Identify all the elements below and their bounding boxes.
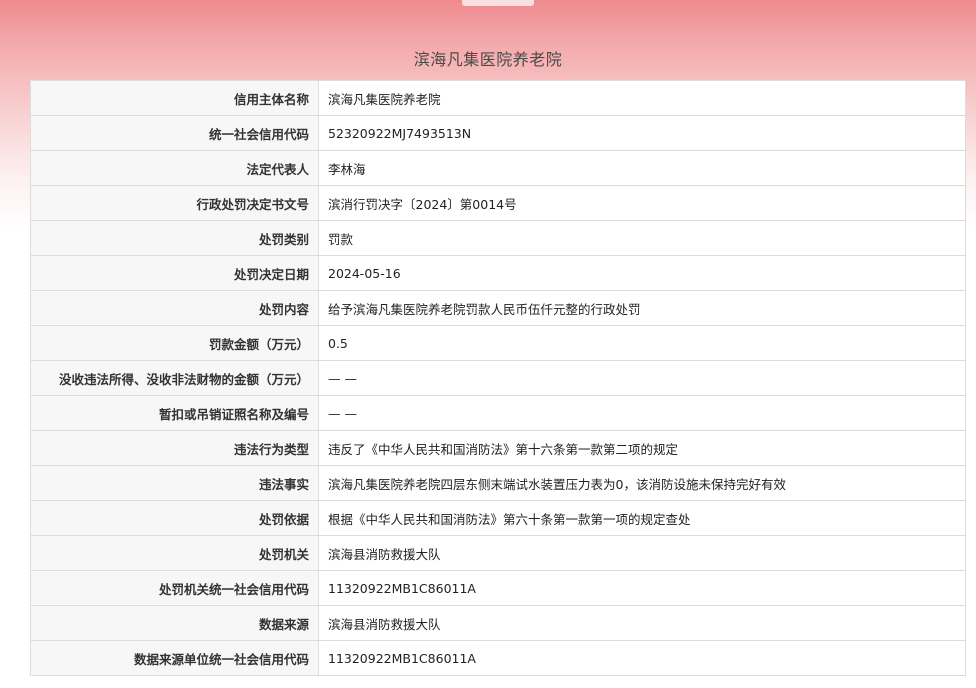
table-row: 行政处罚决定书文号 滨消行罚决字〔2024〕第0014号	[30, 185, 966, 221]
row-value: 滨海凡集医院养老院	[318, 80, 966, 116]
row-value: 0.5	[318, 325, 966, 361]
table-row: 处罚机关 滨海县消防救援大队	[30, 535, 966, 571]
row-label: 违法事实	[30, 465, 319, 501]
penalty-record-table: 信用主体名称 滨海凡集医院养老院 统一社会信用代码 52320922MJ7493…	[30, 80, 966, 676]
row-label: 暂扣或吊销证照名称及编号	[30, 395, 319, 431]
row-label: 处罚机关	[30, 535, 319, 571]
row-value: 滨海县消防救援大队	[318, 605, 966, 641]
row-value: 52320922MJ7493513N	[318, 115, 966, 151]
table-row: 处罚机关统一社会信用代码 11320922MB1C86011A	[30, 570, 966, 606]
row-label: 违法行为类型	[30, 430, 319, 466]
table-row: 没收违法所得、没收非法财物的金额（万元） — —	[30, 360, 966, 396]
row-value: 11320922MB1C86011A	[318, 640, 966, 676]
row-value: — —	[318, 395, 966, 431]
table-row: 处罚内容 给予滨海凡集医院养老院罚款人民币伍仟元整的行政处罚	[30, 290, 966, 326]
row-value: 11320922MB1C86011A	[318, 570, 966, 606]
row-label: 罚款金额（万元）	[30, 325, 319, 361]
page-title: 滨海凡集医院养老院	[413, 50, 563, 69]
table-row: 处罚依据 根据《中华人民共和国消防法》第六十条第一款第一项的规定查处	[30, 500, 966, 536]
table-row: 暂扣或吊销证照名称及编号 — —	[30, 395, 966, 431]
row-label: 数据来源	[30, 605, 319, 641]
table-row: 数据来源 滨海县消防救援大队	[30, 605, 966, 641]
row-label: 处罚类别	[30, 220, 319, 256]
row-value: 李林海	[318, 150, 966, 186]
table-row: 统一社会信用代码 52320922MJ7493513N	[30, 115, 966, 151]
table-row: 处罚决定日期 2024-05-16	[30, 255, 966, 291]
row-label: 处罚内容	[30, 290, 319, 326]
row-label: 行政处罚决定书文号	[30, 185, 319, 221]
table-row: 法定代表人 李林海	[30, 150, 966, 186]
row-value: 2024-05-16	[318, 255, 966, 291]
table-row: 违法行为类型 违反了《中华人民共和国消防法》第十六条第一款第二项的规定	[30, 430, 966, 466]
row-label: 处罚机关统一社会信用代码	[30, 570, 319, 606]
row-label: 信用主体名称	[30, 80, 319, 116]
row-value: 违反了《中华人民共和国消防法》第十六条第一款第二项的规定	[318, 430, 966, 466]
row-label: 数据来源单位统一社会信用代码	[30, 640, 319, 676]
row-value: 给予滨海凡集医院养老院罚款人民币伍仟元整的行政处罚	[318, 290, 966, 326]
row-label: 没收违法所得、没收非法财物的金额（万元）	[30, 360, 319, 396]
row-value: 根据《中华人民共和国消防法》第六十条第一款第一项的规定查处	[318, 500, 966, 536]
row-value: — —	[318, 360, 966, 396]
table-row: 违法事实 滨海凡集医院养老院四层东侧末端试水装置压力表为0，该消防设施未保持完好…	[30, 465, 966, 501]
row-value: 罚款	[318, 220, 966, 256]
row-label: 法定代表人	[30, 150, 319, 186]
table-row: 数据来源单位统一社会信用代码 11320922MB1C86011A	[30, 640, 966, 676]
table-row: 罚款金额（万元） 0.5	[30, 325, 966, 361]
row-value: 滨海凡集医院养老院四层东侧末端试水装置压力表为0，该消防设施未保持完好有效	[318, 465, 966, 501]
table-row: 处罚类别 罚款	[30, 220, 966, 256]
header-tab-fragment	[462, 0, 534, 6]
row-label: 统一社会信用代码	[30, 115, 319, 151]
row-label: 处罚依据	[30, 500, 319, 536]
table-row: 信用主体名称 滨海凡集医院养老院	[30, 80, 966, 116]
row-value: 滨海县消防救援大队	[318, 535, 966, 571]
row-value: 滨消行罚决字〔2024〕第0014号	[318, 185, 966, 221]
row-label: 处罚决定日期	[30, 255, 319, 291]
